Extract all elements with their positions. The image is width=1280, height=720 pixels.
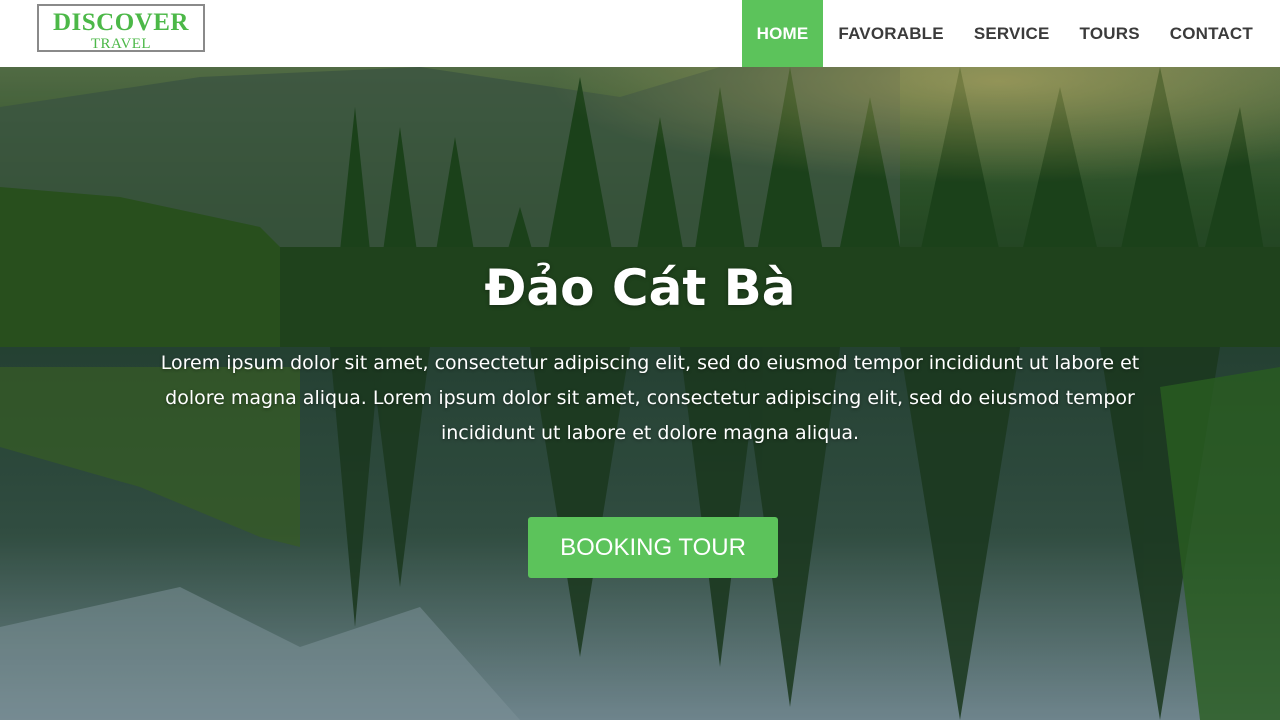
logo-name: DISCOVER: [53, 9, 189, 36]
nav-item-home[interactable]: HOME: [741, 0, 824, 67]
site-header: DISCOVER TRAVEL HOME FAVORABLE SERVICE T…: [0, 0, 1280, 67]
nav-item-service[interactable]: SERVICE: [959, 0, 1065, 67]
logo-tagline: TRAVEL: [90, 36, 152, 52]
nav-item-contact[interactable]: CONTACT: [1155, 0, 1268, 67]
main-nav: HOME FAVORABLE SERVICE TOURS CONTACT: [741, 0, 1268, 67]
hero-title: Đảo Cát Bà: [484, 259, 796, 317]
nav-item-tours[interactable]: TOURS: [1065, 0, 1155, 67]
booking-tour-button[interactable]: BOOKING TOUR: [528, 517, 778, 578]
nav-item-favorable[interactable]: FAVORABLE: [823, 0, 958, 67]
hero-description: Lorem ipsum dolor sit amet, consectetur …: [160, 352, 1140, 444]
page: DISCOVER TRAVEL HOME FAVORABLE SERVICE T…: [0, 0, 1280, 720]
logo[interactable]: DISCOVER TRAVEL: [37, 4, 205, 52]
